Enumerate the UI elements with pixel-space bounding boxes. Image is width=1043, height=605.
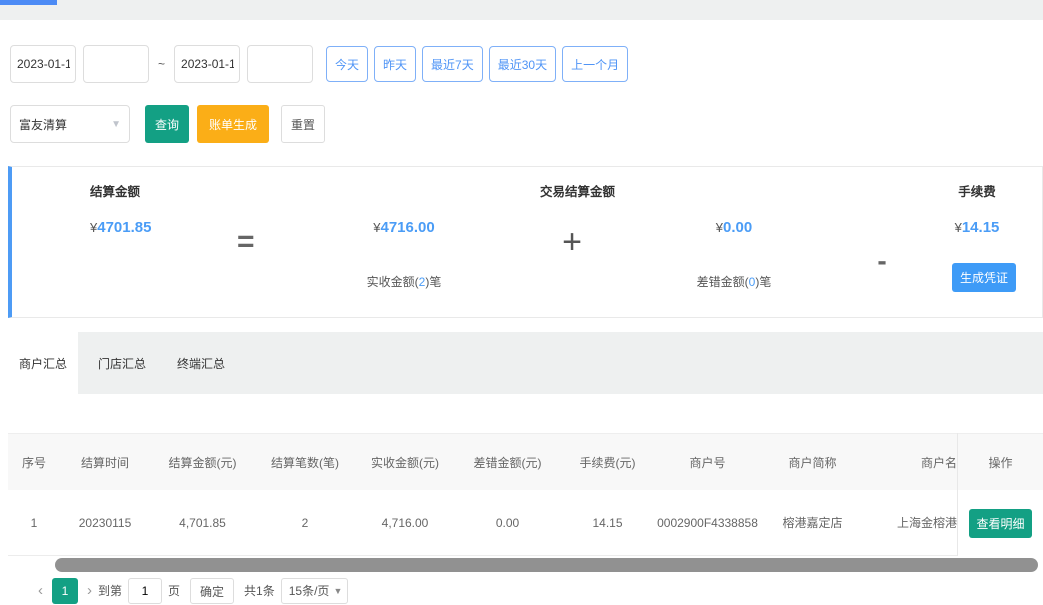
cell-error-amount: 0.00	[455, 490, 560, 555]
col-header-settle-amount: 结算金额(元)	[150, 434, 255, 490]
quick-today-button[interactable]: 今天	[326, 46, 368, 82]
end-time-input[interactable]	[247, 45, 313, 83]
table-row: 1 20230115 4,701.85 2 4,716.00 0.00 14.1…	[8, 490, 1043, 556]
col-header-received-amount: 实收金额(元)	[355, 434, 455, 490]
goto-page-input[interactable]	[128, 578, 162, 604]
start-time-input[interactable]	[83, 45, 149, 83]
cell-received-amount: 4,716.00	[355, 490, 455, 555]
tab-store-summary[interactable]: 门店汇总	[87, 332, 157, 394]
quick-yesterday-button[interactable]: 昨天	[374, 46, 416, 82]
settlement-summary-panel: 结算金额 ¥4701.85 = 交易结算金额 ¥4716.00 实收金额(2)笔…	[8, 166, 1043, 318]
trade-settle-label: 交易结算金额	[540, 181, 615, 200]
equals-sign: =	[237, 225, 255, 259]
received-amount-value: ¥4716.00	[329, 219, 479, 236]
col-header-fee: 手续费(元)	[560, 434, 655, 490]
quick-last7days-button[interactable]: 最近7天	[422, 46, 483, 82]
query-button[interactable]: 查询	[145, 105, 189, 143]
tab-terminal-summary[interactable]: 终端汇总	[166, 332, 236, 394]
chevron-down-icon: ▼	[111, 119, 121, 130]
fee-amount-value: ¥14.15	[927, 219, 1027, 236]
view-detail-button[interactable]: 查看明细	[969, 509, 1031, 538]
col-header-settle-count: 结算笔数(笔)	[255, 434, 355, 490]
horizontal-scrollbar[interactable]	[55, 558, 1038, 572]
quick-last30days-button[interactable]: 最近30天	[489, 46, 556, 82]
table-header-row: 序号 结算时间 结算金额(元) 结算笔数(笔) 实收金额(元) 差错金额(元) …	[8, 433, 1043, 490]
page-size-value: 15条/页	[289, 584, 330, 598]
pagination: ‹ 1 › 到第 页 确定 共1条 15条/页 ▼	[38, 578, 348, 605]
fee-label: 手续费	[927, 181, 1027, 200]
active-tab-indicator	[0, 0, 57, 5]
channel-select-value: 富友清算	[19, 116, 67, 133]
date-filter-row: ~ 今天 昨天 最近7天 最近30天 上一个月	[10, 45, 628, 83]
goto-confirm-button[interactable]: 确定	[190, 578, 234, 604]
tab-merchant-summary[interactable]: 商户汇总	[8, 332, 78, 394]
error-count-label: 差错金额(0)笔	[659, 273, 809, 290]
end-date-input[interactable]	[174, 45, 240, 83]
col-header-error-amount: 差错金额(元)	[455, 434, 560, 490]
prev-page-button[interactable]: ‹	[38, 578, 43, 604]
col-header-merchant-id: 商户号	[655, 434, 760, 490]
settlement-page: ~ 今天 昨天 最近7天 最近30天 上一个月 富友清算 ▼ 查询 账单生成 重…	[0, 0, 1043, 605]
minus-sign: -	[867, 245, 897, 277]
date-range-separator: ~	[158, 57, 165, 71]
col-header-index: 序号	[8, 434, 60, 490]
next-page-button[interactable]: ›	[87, 578, 92, 604]
col-header-merchant-short-name: 商户简称	[760, 434, 865, 490]
col-header-settle-time: 结算时间	[60, 434, 150, 490]
cell-merchant-id: 0002900F4338858	[655, 490, 760, 555]
summary-tabs: 商户汇总 门店汇总 终端汇总	[8, 332, 1043, 394]
bill-generate-button[interactable]: 账单生成	[197, 105, 269, 143]
cell-settle-time: 20230115	[60, 490, 150, 555]
plus-sign: +	[557, 223, 587, 262]
reset-button[interactable]: 重置	[281, 105, 325, 143]
action-filter-row: 富友清算 ▼ 查询 账单生成 重置	[10, 105, 325, 143]
chevron-down-icon: ▼	[334, 579, 343, 603]
page-size-select[interactable]: 15条/页 ▼	[281, 578, 349, 604]
goto-page-suffix: 页	[168, 578, 180, 604]
cell-fee: 14.15	[560, 490, 655, 555]
cell-merchant-short-name: 榕港嘉定店	[760, 490, 865, 555]
action-cell: 查看明细	[958, 490, 1043, 556]
generate-voucher-button[interactable]: 生成凭证	[952, 263, 1016, 292]
settle-amount-label: 结算金额	[90, 181, 140, 200]
top-strip	[0, 0, 1043, 20]
received-count-label: 实收金额(2)笔	[329, 273, 479, 290]
col-header-action: 操作	[958, 433, 1043, 490]
settle-amount-value: ¥4701.85	[90, 219, 151, 236]
goto-page-prefix: 到第	[98, 578, 122, 604]
quick-lastmonth-button[interactable]: 上一个月	[562, 46, 628, 82]
total-count-label: 共1条	[244, 578, 275, 604]
channel-select[interactable]: 富友清算 ▼	[10, 105, 130, 143]
cell-settle-amount: 4,701.85	[150, 490, 255, 555]
action-column: 操作 查看明细	[957, 433, 1043, 556]
cell-index: 1	[8, 490, 60, 555]
start-date-input[interactable]	[10, 45, 76, 83]
current-page-button[interactable]: 1	[52, 578, 78, 604]
error-amount-value: ¥0.00	[659, 219, 809, 236]
cell-settle-count: 2	[255, 490, 355, 555]
